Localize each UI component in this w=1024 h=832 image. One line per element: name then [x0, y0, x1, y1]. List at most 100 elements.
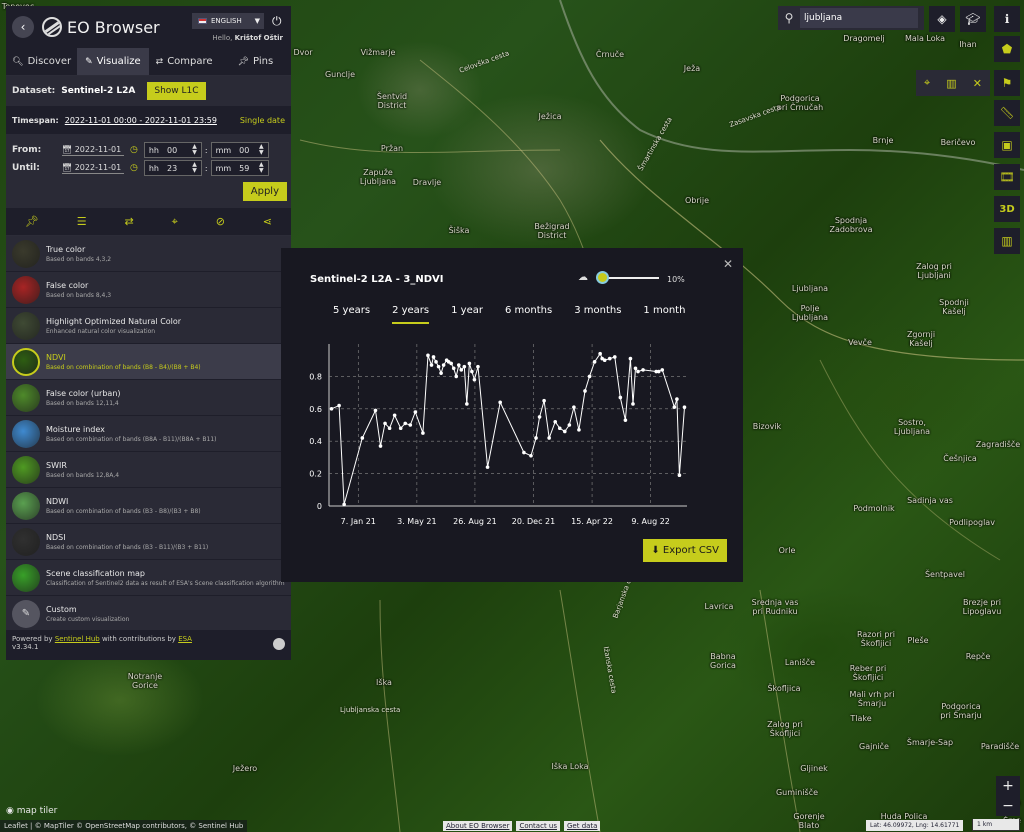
ndvi-data-point [459, 368, 464, 372]
3d-view-icon[interactable]: 3D [994, 196, 1020, 222]
place-label: Zalog pri Škofljici [767, 720, 803, 738]
show-l1c-button[interactable]: Show L1C [147, 82, 206, 100]
zoom-in-button[interactable]: + [996, 776, 1020, 796]
place-label: Obrije [684, 196, 710, 205]
layer-text: False color (urban) Based on bands 12,11,… [46, 389, 121, 407]
ndvi-data-point [598, 351, 602, 356]
pentagon-aoi-icon[interactable]: ⬟ [994, 36, 1020, 62]
ndvi-data-point [572, 405, 576, 409]
layer-title: NDVI [46, 352, 66, 362]
export-csv-button[interactable]: ⬇ Export CSV [643, 539, 727, 562]
layer-description: Based on bands 8,4,3 [46, 291, 112, 299]
ndvi-data-point [485, 465, 490, 469]
footer-link[interactable]: Contact us [516, 821, 560, 831]
layer-title: Custom [46, 604, 77, 614]
sliders-icon[interactable]: ☰ [77, 215, 87, 228]
layer-actions-bar: 📌︎ ☰ ⇄ ⌖ ⊘ ⋖ [6, 208, 291, 236]
language-select[interactable]: ENGLISH ▼ [192, 13, 264, 29]
layer-item[interactable]: Scene classification map Classification o… [6, 560, 291, 596]
compare-arrows-icon[interactable]: ⇄ [125, 215, 134, 228]
ndvi-data-point [439, 371, 443, 375]
collapse-panel-button[interactable]: ‹ [12, 16, 34, 38]
layer-item[interactable]: NDVI Based on combination of bands (B8 - … [6, 344, 291, 380]
search-icon[interactable]: ⚲ [778, 11, 800, 25]
from-hour-spinner[interactable]: hh 00 ▲ ▼ [143, 142, 202, 158]
eye-slash-icon[interactable]: ⊘ [216, 215, 225, 228]
range-tab[interactable]: 5 years [333, 305, 370, 324]
ndvi-data-point [633, 366, 638, 371]
ndvi-data-point [612, 355, 617, 359]
close-icon[interactable]: ✕ [973, 77, 982, 90]
layer-item[interactable]: False color Based on bands 8,4,3 [6, 272, 291, 308]
layer-item[interactable]: False color (urban) Based on bands 12,11,… [6, 380, 291, 416]
theme-toggle-icon[interactable] [273, 638, 285, 650]
range-tab[interactable]: 1 month [643, 305, 685, 324]
zoom-out-button[interactable]: − [996, 796, 1020, 816]
apply-button[interactable]: Apply [242, 182, 287, 201]
layer-item[interactable]: NDSI Based on combination of bands (B3 - … [6, 524, 291, 560]
layer-text: Highlight Optimized Natural Color Enhance… [46, 317, 181, 335]
close-icon[interactable]: ✕ [723, 257, 733, 271]
range-tab[interactable]: 1 year [451, 305, 483, 324]
user-name: Krištof Oštir [234, 34, 283, 42]
footer-link[interactable]: About EO Browser [443, 821, 513, 831]
crosshair-icon[interactable]: ⌖ [172, 215, 178, 229]
layer-item[interactable]: Highlight Optimized Natural Color Enhance… [6, 308, 291, 344]
range-tab[interactable]: 2 years [392, 305, 430, 324]
map-attribution: Leaflet | © MapTiler © OpenStreetMap con… [0, 820, 248, 832]
until-label: Until: [12, 163, 40, 173]
from-minute-spinner[interactable]: mm 00 ▲ ▼ [210, 142, 269, 158]
image-download-icon[interactable]: ▣ [994, 132, 1020, 158]
ndvi-data-point [660, 368, 665, 372]
timelapse-film-icon[interactable]: 🎞︎ [994, 164, 1020, 190]
location-search-input[interactable] [800, 8, 918, 28]
range-tab[interactable]: 6 months [505, 305, 552, 324]
cloud-coverage-slider-track[interactable] [601, 277, 659, 279]
timespan-value[interactable]: 2022-11-01 00:00 - 2022-11-01 23:59 [65, 116, 217, 125]
place-label: Brnje [872, 136, 894, 145]
layer-item[interactable]: True color Based on bands 4,3,2 [6, 236, 291, 272]
bar-chart-icon[interactable]: ▥ [946, 77, 956, 90]
layer-item[interactable]: SWIR Based on bands 12,8A,4 [6, 452, 291, 488]
place-label: Zalog pri Ljubljani [916, 262, 952, 280]
range-tab[interactable]: 3 months [574, 305, 621, 324]
footer-link[interactable]: Get data [564, 821, 601, 831]
tab-compare[interactable]: ⇄ Compare [149, 48, 220, 75]
layer-title: Highlight Optimized Natural Color [46, 316, 182, 326]
layer-item[interactable]: NDWI Based on combination of bands (B3 - … [6, 488, 291, 524]
tab-pins[interactable]: 📌︎ Pins [220, 48, 291, 75]
sentinel-hub-link[interactable]: Sentinel Hub [55, 635, 100, 643]
ruler-icon[interactable]: 📏︎ [994, 100, 1020, 126]
updown-arrows-icon: ▲ ▼ [258, 143, 264, 156]
place-label: Brezje pri Lipoglavu [962, 598, 1002, 616]
until-date-input[interactable]: 📅︎ 2022-11-01 [62, 163, 124, 174]
place-label: Gljinek [800, 764, 828, 773]
education-cap-icon[interactable]: 🎓︎ [960, 6, 986, 32]
info-icon[interactable]: ℹ [994, 6, 1020, 32]
histogram-chart-icon[interactable]: ▥ [994, 228, 1020, 254]
esa-link[interactable]: ESA [178, 635, 192, 643]
tab-discover[interactable]: 🔍︎ Discover [6, 48, 77, 75]
from-date-input[interactable]: 📅︎ 2022-11-01 [62, 145, 124, 156]
place-label: Babna Gorica [710, 652, 736, 670]
ndvi-data-point [682, 405, 687, 409]
layer-text: NDVI Based on combination of bands (B8 - … [46, 353, 201, 371]
footer-links: About EO Browser Contact us Get data [443, 821, 604, 831]
map-marker-icon[interactable]: ⚑ [994, 70, 1020, 96]
tab-visualize[interactable]: ✎ Visualize [77, 48, 149, 75]
crosshair-icon[interactable]: ⌖ [924, 76, 930, 90]
cloud-coverage-slider-handle[interactable] [595, 271, 609, 284]
single-date-toggle[interactable]: Single date [240, 116, 285, 125]
logout-power-icon[interactable]: ⏻ [272, 14, 282, 29]
ndvi-data-point [537, 415, 542, 419]
until-minute-spinner[interactable]: mm 59 ▲ ▼ [210, 160, 269, 176]
layer-item[interactable]: Moisture index Based on combination of ba… [6, 416, 291, 452]
layer-item[interactable]: ✎ Custom Create custom visualization [6, 596, 291, 632]
layer-description: Based on bands 4,3,2 [46, 255, 112, 263]
share-icon[interactable]: ⋖ [263, 215, 272, 228]
until-hour-spinner[interactable]: hh 23 ▲ ▼ [143, 160, 202, 176]
layer-thumbnail [12, 419, 40, 448]
layers-stack-icon[interactable]: ◈ [929, 6, 955, 32]
pin-icon[interactable]: 📌︎ [25, 215, 39, 228]
ndvi-data-point [641, 368, 645, 372]
